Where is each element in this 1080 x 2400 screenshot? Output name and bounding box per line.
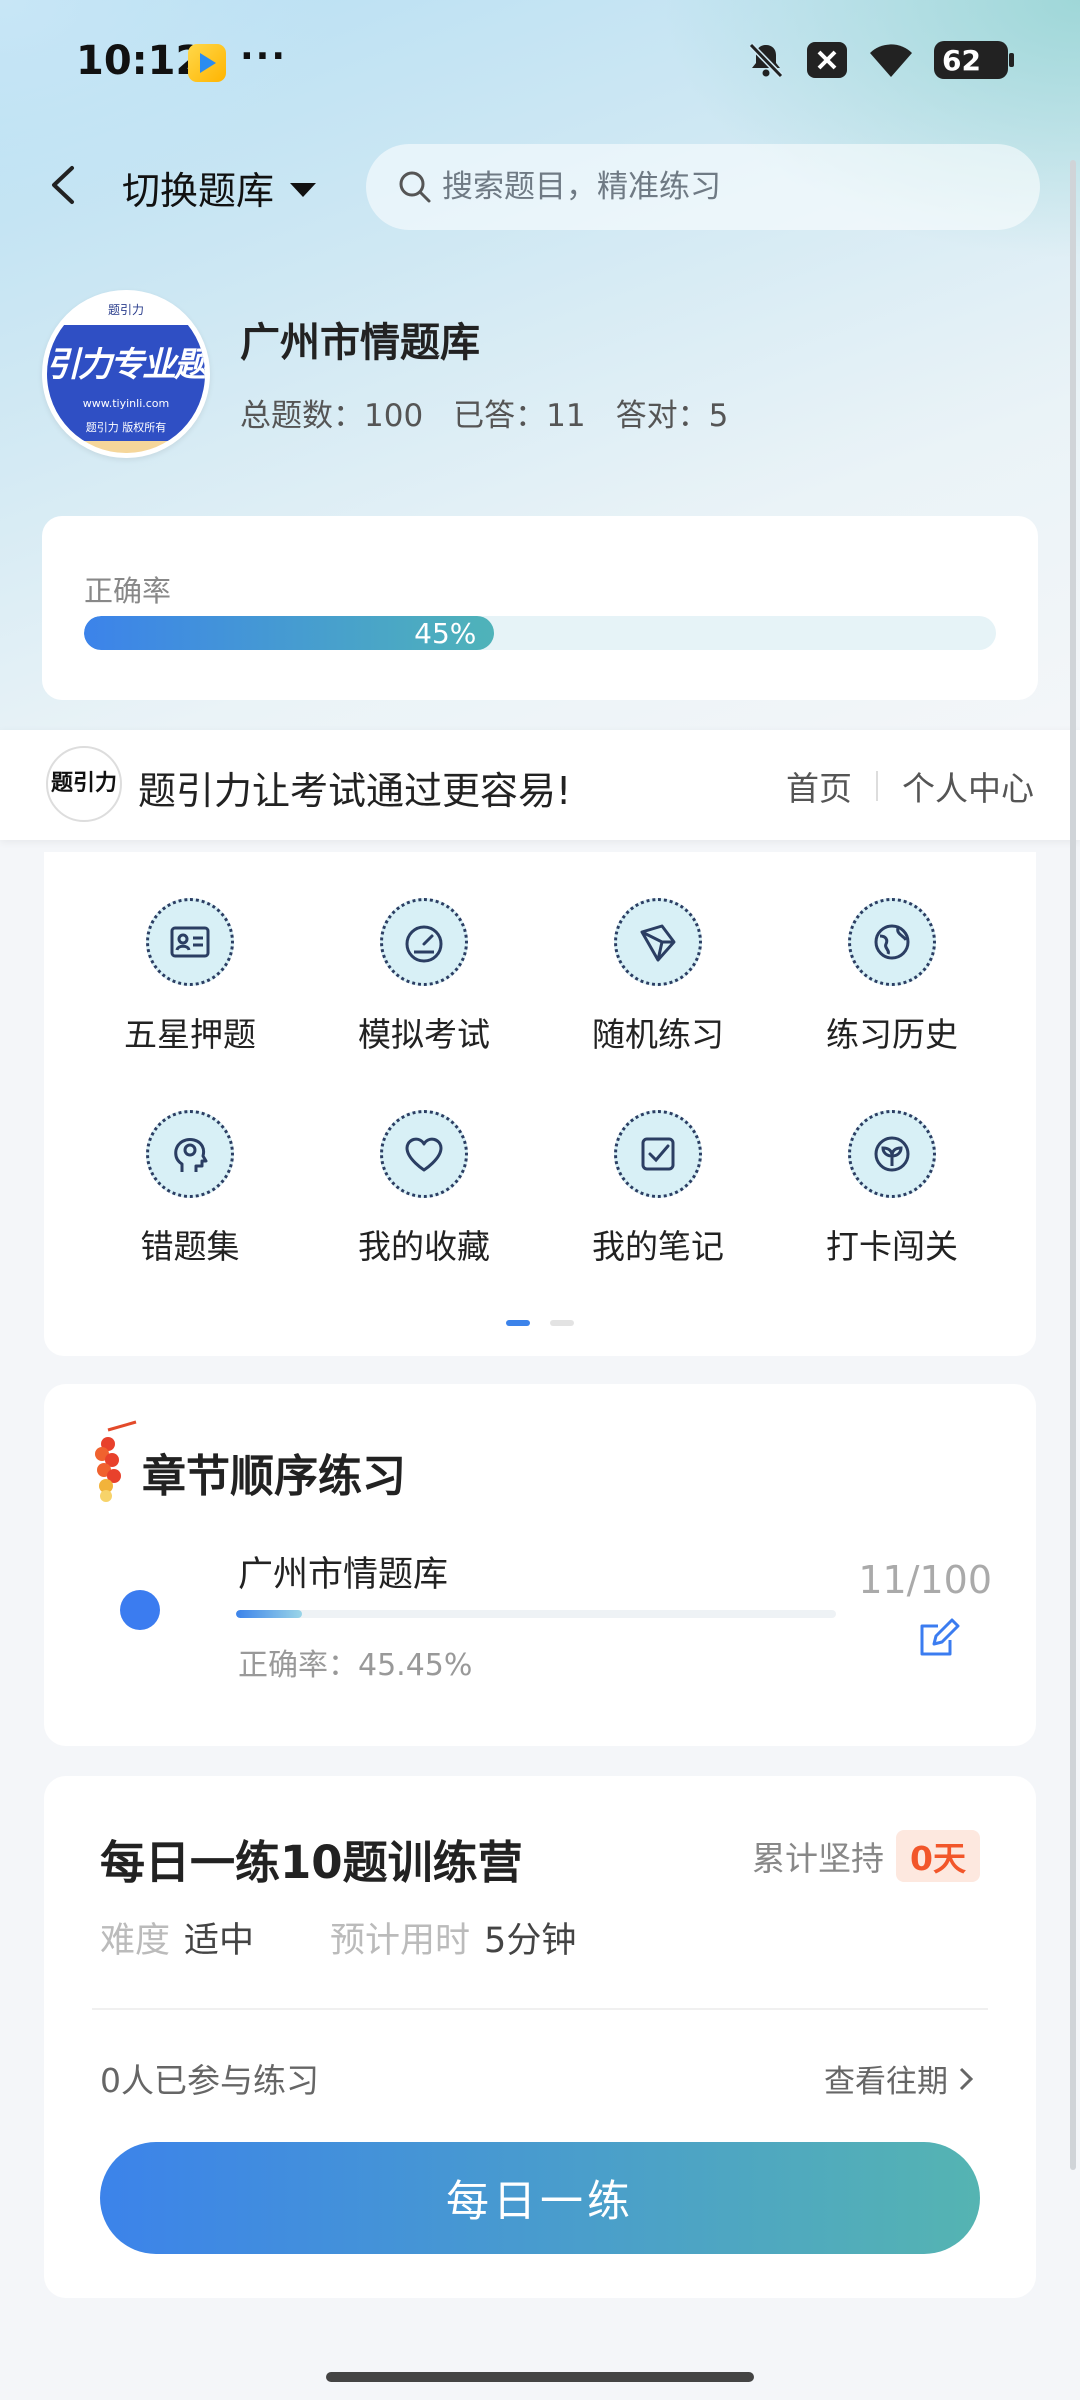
chapter-progress-track [236, 1610, 836, 1618]
caret-down-icon [290, 182, 317, 197]
switch-library-label: 切换题库 [122, 169, 275, 213]
logo-sub: 题引力 版权所有 [47, 419, 205, 441]
close-box-icon [807, 42, 847, 78]
accuracy-card: 正确率 45% [42, 516, 1038, 700]
id-card-icon [146, 898, 234, 986]
home-link[interactable]: 首页 [786, 762, 852, 810]
chapter-practice-card: 章节顺序练习 广州市情题库 正确率：45.45% 11/100 [44, 1384, 1036, 1746]
status-bar: 10:12 ··· 62 [0, 0, 1080, 120]
feature-label: 随机练习 [592, 1015, 724, 1054]
feature-label: 模拟考试 [358, 1015, 490, 1054]
stat-answered: 已答：11 [453, 398, 586, 434]
feature-random-practice[interactable]: 随机练习 [558, 898, 758, 1078]
difficulty-label: 难度 [100, 1921, 171, 1961]
streak-days-badge: 0天 [896, 1830, 980, 1882]
library-logo: 题引力 引力专业题 www.tiyinli.com 题引力 版权所有 [42, 290, 210, 458]
battery-level: 62 [942, 43, 981, 77]
streak-info: 累计坚持 0天 [752, 1830, 980, 1882]
feature-label: 错题集 [140, 1227, 240, 1266]
chapter-title: 章节顺序练习 [142, 1451, 406, 1502]
divider [92, 2008, 988, 2010]
system-icons: 62 [746, 40, 1014, 80]
chapter-item-name[interactable]: 广州市情题库 [238, 1546, 448, 1597]
feature-label: 我的收藏 [358, 1227, 490, 1266]
features-grid: 五星押题 模拟考试 随机练习 练习历史 错题集 我的收藏 我的笔记 打卡闯关 [44, 852, 1036, 1356]
library-stats: 总题数：100 已答：11 答对：5 [240, 390, 728, 435]
pager-dot-active[interactable] [506, 1320, 530, 1326]
feature-label: 五星押题 [124, 1015, 256, 1054]
random-icon [614, 898, 702, 986]
logo-url: www.tiyinli.com [47, 397, 205, 419]
feature-five-star[interactable]: 五星押题 [90, 898, 290, 1078]
participants-count: 0人已参与练习 [100, 2061, 319, 2100]
feature-label: 我的笔记 [592, 1227, 724, 1266]
edit-icon[interactable] [916, 1616, 960, 1660]
streak-label: 累计坚持 [752, 1839, 885, 1878]
accuracy-progress-track: 45% [84, 616, 996, 650]
chapter-bullet [120, 1590, 160, 1630]
divider [876, 771, 878, 801]
profile-link[interactable]: 个人中心 [902, 762, 1034, 810]
feature-notes[interactable]: 我的笔记 [558, 1110, 758, 1290]
difficulty-value: 适中 [184, 1921, 255, 1961]
logo-top: 题引力 [47, 295, 205, 325]
feature-wrong-questions[interactable]: 错题集 [90, 1110, 290, 1290]
accuracy-label: 正确率 [84, 574, 172, 608]
gauge-icon [380, 898, 468, 986]
search-input[interactable] [442, 169, 1002, 205]
feature-label: 练习历史 [826, 1015, 958, 1054]
firecracker-icon [95, 1420, 137, 1502]
accuracy-progress-fill: 45% [84, 616, 495, 650]
back-arrow-icon[interactable] [44, 162, 84, 208]
feature-favorites[interactable]: 我的收藏 [324, 1110, 524, 1290]
view-history-link[interactable]: 查看往期 [824, 2056, 974, 2101]
grid-pager [506, 1320, 574, 1326]
search-icon [399, 171, 431, 203]
brand-logo: 题引力 [46, 746, 122, 822]
library-title: 广州市情题库 [240, 320, 480, 366]
chevron-right-icon [959, 2067, 974, 2090]
heart-icon [380, 1110, 468, 1198]
accuracy-percent: 45% [414, 616, 477, 650]
search-bar[interactable] [366, 144, 1040, 230]
chapter-progress-fill [236, 1610, 302, 1618]
view-history-label: 查看往期 [824, 2064, 948, 2100]
wifi-icon [870, 44, 912, 77]
daily-meta: 难度 适中 预计用时 5分钟 [100, 1912, 652, 1963]
daily-title: 每日一练10题训练营 [100, 1836, 523, 1889]
brand-banner: 题引力 题引力让考试通过更容易! 首页 个人中心 [0, 730, 1080, 840]
brand-slogan: 题引力让考试通过更容易! [138, 769, 572, 813]
feature-label: 打卡闯关 [826, 1227, 958, 1266]
scrollbar[interactable] [1070, 160, 1076, 2170]
library-header: 题引力 引力专业题 www.tiyinli.com 题引力 版权所有 广州市情题… [42, 290, 1042, 460]
top-nav: 切换题库 [0, 140, 1080, 230]
chapter-accuracy: 正确率：45.45% [238, 1648, 473, 1683]
note-icon [614, 1110, 702, 1198]
battery-icon: 62 [934, 41, 1014, 79]
sprout-icon [848, 1110, 936, 1198]
chapter-count: 11/100 [858, 1558, 992, 1602]
time-label: 预计用时 [330, 1921, 471, 1961]
globe-icon [848, 898, 936, 986]
feature-check-in[interactable]: 打卡闯关 [792, 1110, 992, 1290]
stat-total: 总题数：100 [240, 398, 424, 434]
daily-practice-button[interactable]: 每日一练 [100, 2142, 980, 2254]
pager-dot[interactable] [550, 1320, 574, 1326]
stat-correct: 答对：5 [615, 398, 729, 434]
status-time: 10:12 [76, 38, 204, 84]
mute-bell-icon [748, 42, 784, 79]
head-icon [146, 1110, 234, 1198]
switch-library-button[interactable]: 切换题库 [122, 160, 317, 215]
home-indicator[interactable] [326, 2372, 754, 2382]
feature-mock-exam[interactable]: 模拟考试 [324, 898, 524, 1078]
brand-links: 首页 个人中心 [786, 762, 1034, 810]
feature-practice-history[interactable]: 练习历史 [792, 898, 992, 1078]
logo-text: 引力专业题 [47, 325, 205, 397]
more-notifications-icon: ··· [240, 36, 288, 77]
app-notification-icon [188, 44, 226, 82]
time-value: 5分钟 [484, 1921, 577, 1961]
daily-practice-card: 每日一练10题训练营 累计坚持 0天 难度 适中 预计用时 5分钟 0人已参与练… [44, 1776, 1036, 2298]
